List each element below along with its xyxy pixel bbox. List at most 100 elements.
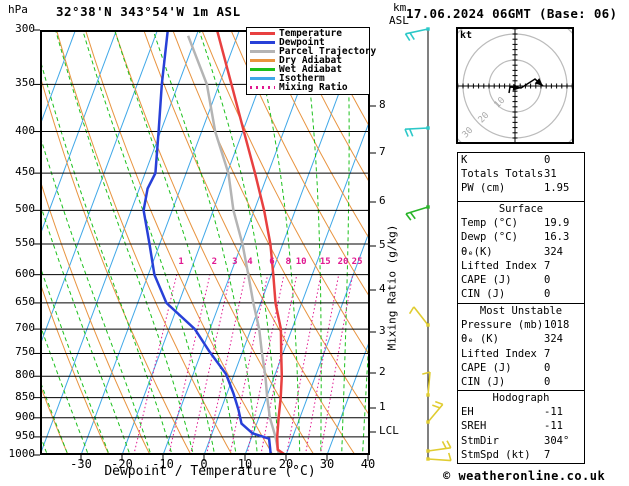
table-row-value: 1018 xyxy=(544,319,570,332)
table-section-most-unstable: Most Unstable Pressure (mb) 1018 θₑ (K) 324 L… xyxy=(457,303,585,391)
altitude-tick-label: 1 xyxy=(379,400,386,413)
table-row-label: StmDir xyxy=(461,434,499,447)
table-section-surface: Surface Temp (°C) 19.9 Dewp (°C) 16.3 θₑ(K) 32… xyxy=(457,201,585,304)
table-row-value: 1.95 xyxy=(544,182,570,195)
table-row-label: EH xyxy=(461,406,474,419)
table-section-indices: K 0 Totals Totals 31 PW (cm) 1.95 xyxy=(457,152,585,203)
table-row: Lifted Index 7 xyxy=(458,259,584,273)
table-row-label: CIN (J) xyxy=(461,375,506,388)
table-row-value: 304° xyxy=(544,434,570,447)
table-row-label: CAPE (J) xyxy=(461,273,512,286)
date-title: 17.06.2024 06GMT (Base: 06) xyxy=(406,6,618,21)
station-title: 32°38'N 343°54'W 1m ASL xyxy=(56,4,241,19)
table-row-label: Temp (°C) xyxy=(461,217,518,230)
mixing-ratio-label: 1 xyxy=(178,257,184,267)
table-row-label: Dewp (°C) xyxy=(461,231,518,244)
table-row-label: Lifted Index xyxy=(461,259,537,272)
table-row-value: 16.3 xyxy=(544,231,570,244)
table-row-label: θₑ (K) xyxy=(461,333,499,346)
pressure-tick-label: 800 xyxy=(15,368,35,382)
table-row: Pressure (mb) 1018 xyxy=(458,318,584,332)
pressure-tick-label: 650 xyxy=(15,294,35,308)
hodograph-unit-label: kt xyxy=(460,30,473,41)
table-section-hodograph: Hodograph EH -11 SREH -11 StmDir 304° StmSpd (k… xyxy=(457,390,585,464)
table-row: StmSpd (kt) 7 xyxy=(458,448,584,462)
pressure-tick-label: 550 xyxy=(15,235,35,249)
table-row-label: Lifted Index xyxy=(461,347,537,360)
table-row-value: 0 xyxy=(544,273,551,286)
table-row: SREH -11 xyxy=(458,419,584,433)
altitude-tick-label: 7 xyxy=(379,145,386,158)
mixing-ratio-label: 25 xyxy=(351,257,363,267)
table-row-label: K xyxy=(461,154,468,166)
table-row-label: Totals Totals xyxy=(461,168,544,181)
legend-item: Mixing Ratio xyxy=(247,83,369,92)
pressure-tick-label: 450 xyxy=(15,165,35,179)
table-row-value: 0 xyxy=(544,154,551,166)
table-row: Temp (°C) 19.9 xyxy=(458,216,584,230)
table-row-value: 0 xyxy=(544,288,551,301)
table-row: CIN (J) 0 xyxy=(458,375,584,389)
table-section-header: Surface xyxy=(498,203,544,215)
copyright: © weatheronline.co.uk xyxy=(443,469,606,483)
pressure-tick-label: 950 xyxy=(15,428,35,442)
pressure-tick-label: 400 xyxy=(15,123,35,137)
table-row-value: 7 xyxy=(544,448,551,461)
legend-swatch-isotherm xyxy=(250,77,275,80)
table-row-label: SREH xyxy=(461,420,487,433)
pressure-tick-label: 900 xyxy=(15,409,35,423)
table-row-value: 324 xyxy=(544,333,563,346)
table-row-value: -11 xyxy=(544,420,563,433)
pressure-tick-label: 1000 xyxy=(8,447,36,460)
legend-swatch-dry-adiabat xyxy=(250,59,275,62)
x-axis-title: Dewpoint / Temperature (°C) xyxy=(104,464,316,479)
table-row: StmDir 304° xyxy=(458,434,584,448)
legend-swatch-temperature xyxy=(250,32,275,35)
table-row: θₑ(K) 324 xyxy=(458,245,584,259)
table-row-value: 0 xyxy=(544,375,551,388)
table-row: PW (cm) 1.95 xyxy=(458,181,584,195)
table-row-label: Pressure (mb) xyxy=(461,319,544,332)
pressure-tick-label: 700 xyxy=(15,321,35,335)
altitude-tick-label: LCL xyxy=(379,424,399,437)
pressure-tick-label: 350 xyxy=(15,76,35,90)
legend: Temperature Dewpoint Parcel Trajectory Dry … xyxy=(246,27,376,95)
table-row: Totals Totals 31 xyxy=(458,167,584,181)
pressure-unit-label: hPa xyxy=(8,3,28,16)
table-row-value: 7 xyxy=(544,347,551,360)
table-row-label: θₑ(K) xyxy=(461,245,493,258)
table-row: Dewp (°C) 16.3 xyxy=(458,230,584,244)
legend-swatch-wet-adiabat xyxy=(250,68,275,71)
mixing-ratio-label: 4 xyxy=(247,257,253,267)
altitude-tick-label: 6 xyxy=(379,194,386,207)
table-row-label: CIN (J) xyxy=(461,288,506,301)
table-row-value: 324 xyxy=(544,245,563,258)
pressure-tick-label: 600 xyxy=(15,266,35,280)
legend-label: Mixing Ratio xyxy=(279,82,348,93)
table-row-value: -11 xyxy=(544,406,563,419)
table-row-value: 7 xyxy=(544,259,551,272)
table-section-header: Hodograph xyxy=(492,392,550,404)
table-row: θₑ (K) 324 xyxy=(458,332,584,346)
table-row: CIN (J) 0 xyxy=(458,287,584,301)
pressure-tick-label: 750 xyxy=(15,345,35,359)
table-row-label: CAPE (J) xyxy=(461,361,512,374)
table-row-label: StmSpd (kt) xyxy=(461,448,531,461)
table-row-label: PW (cm) xyxy=(461,182,506,195)
legend-swatch-dewpoint xyxy=(250,41,275,44)
mixing-ratio-axis-title: Mixing Ratio (g/kg) xyxy=(385,224,399,351)
altitude-unit-km-label: km xyxy=(393,1,407,14)
pressure-tick-label: 850 xyxy=(15,389,35,403)
legend-swatch-parcel-trajectory xyxy=(250,50,275,53)
legend-swatch-mixing-ratio xyxy=(250,86,275,89)
table-row: CAPE (J) 0 xyxy=(458,273,584,287)
sounding-page: hPa 32°38'N 343°54'W 1m ASL km ASL 17.06… xyxy=(0,0,629,486)
table-row: CAPE (J) 0 xyxy=(458,361,584,375)
mixing-ratio-label: 10 xyxy=(295,257,307,267)
table-row-value: 31 xyxy=(544,168,557,181)
pressure-tick-label: 300 xyxy=(15,22,35,35)
table-row: Lifted Index 7 xyxy=(458,347,584,361)
table-row: EH -11 xyxy=(458,405,584,419)
mixing-ratio-label: 2 xyxy=(211,257,217,267)
table-row: K0 xyxy=(458,153,584,167)
